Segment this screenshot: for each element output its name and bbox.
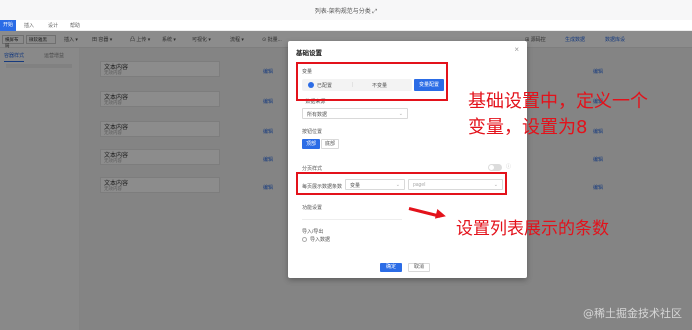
- ok-button[interactable]: 确定: [380, 263, 402, 272]
- pagination-toggle[interactable]: [488, 164, 502, 171]
- function-settings-label: 功能设置: [302, 205, 323, 211]
- menu-start[interactable]: 开始: [0, 20, 16, 31]
- annotation-note-1-line-2: 变量，设置为8: [468, 117, 588, 138]
- chevron-down-icon: ⌄: [398, 111, 403, 117]
- annotation-note-1-line-1: 基础设置中，定义一个: [468, 91, 648, 112]
- menu-design[interactable]: 设计: [48, 22, 58, 29]
- page-size-highlight-box: [296, 172, 507, 195]
- pagination-label: 分页样式: [302, 166, 323, 172]
- import-export-label: 导入/导出: [302, 229, 324, 235]
- import-radio[interactable]: [302, 237, 307, 242]
- menu-help[interactable]: 帮助: [70, 22, 80, 29]
- divider: [302, 219, 402, 220]
- annotation-note-2: 设置列表展示的条数: [456, 219, 609, 239]
- import-option-label: 导入数据: [310, 237, 331, 243]
- dialog-title: 基础设置: [296, 50, 322, 57]
- watermark: @稀土掘金技术社区: [583, 307, 682, 320]
- data-source-value: 所有数据: [307, 112, 328, 118]
- window-titlebar: 列表-架构规范与分类 ⤢: [0, 0, 692, 20]
- info-icon: ⓘ: [506, 164, 512, 170]
- menu-insert[interactable]: 插入: [24, 22, 34, 29]
- data-source-select[interactable]: 所有数据 ⌄: [302, 108, 408, 119]
- close-icon[interactable]: ×: [514, 45, 519, 54]
- menu-bar: 开始 插入 设计 帮助: [0, 20, 692, 31]
- position-top-button[interactable]: 顶部: [302, 139, 320, 149]
- cancel-button[interactable]: 取消: [408, 263, 430, 272]
- variable-highlight-box: [296, 62, 448, 101]
- position-bottom-button[interactable]: 底部: [321, 139, 339, 149]
- window-title: 列表-架构规范与分类 ⤢: [314, 9, 378, 15]
- button-position-label: 按钮位置: [302, 129, 323, 135]
